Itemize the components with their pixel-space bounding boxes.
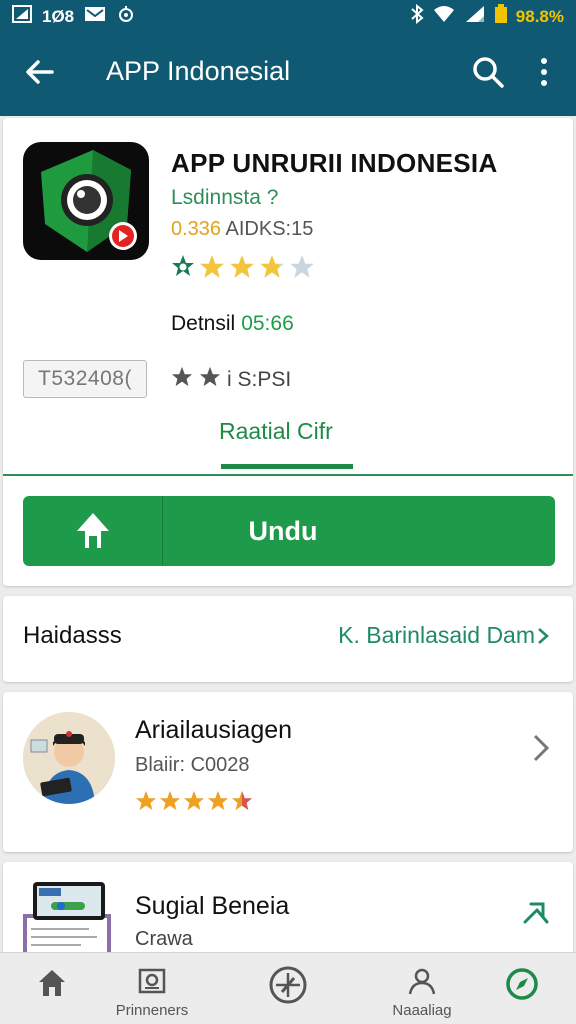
bluetooth-icon	[410, 3, 424, 29]
back-arrow-icon[interactable]	[22, 54, 58, 90]
star-icon	[171, 366, 193, 394]
signal-box-icon	[12, 5, 32, 28]
star-icon	[135, 790, 157, 817]
row-label: Haidasss	[23, 622, 122, 649]
wifi-icon	[432, 4, 456, 29]
developer-title: Ariailausiagen	[135, 716, 293, 744]
star-icon	[229, 254, 255, 285]
person-icon	[407, 967, 437, 1000]
message-icon	[84, 5, 106, 28]
app-meta-text: AIDKS:15	[221, 218, 314, 240]
nav-gallery-label: Prinneners	[115, 1002, 189, 1019]
app-meta: 0.336 AIDKS:15	[171, 218, 313, 241]
tab-rating[interactable]: Raatial Cifr	[219, 418, 333, 445]
nav-home[interactable]	[22, 953, 82, 1024]
bottom-navigation: Prinneners Naaaliag	[0, 952, 576, 1024]
detail-line: Detnsil 05:66	[171, 312, 294, 336]
developer-card[interactable]: Ariailausiagen Blaiir: C0028	[3, 692, 573, 852]
detail-label: Detnsil	[171, 312, 236, 335]
search-icon[interactable]	[470, 54, 506, 90]
download-arrow-icon	[23, 496, 163, 566]
star-icon	[159, 790, 181, 817]
rating-stars	[171, 254, 315, 285]
cell-signal-icon	[464, 4, 486, 29]
compass-icon	[268, 966, 308, 1010]
star-icon	[231, 790, 253, 817]
home-icon	[36, 967, 68, 1004]
battery-icon	[494, 4, 508, 29]
more-vert-icon[interactable]	[532, 54, 556, 90]
app-bar-title: APP Indonesial	[106, 56, 291, 86]
info-row-card[interactable]: Haidasss K. Barinlasaid Dam	[3, 596, 573, 682]
app-bar: APP Indonesial	[0, 30, 576, 116]
star-icon	[259, 254, 285, 285]
avatar	[23, 712, 115, 804]
code-field[interactable]: T532408(	[23, 360, 147, 398]
install-label: Undu	[248, 516, 318, 546]
row-link-text: K. Barinlasaid Dam	[338, 622, 535, 648]
star-icon	[199, 366, 221, 394]
badge-star-icon	[171, 254, 195, 285]
small-stars: i S:PSI	[171, 366, 291, 394]
tab-indicator	[221, 464, 353, 469]
status-left-text: 1Ø8	[42, 6, 75, 26]
detail-value: 05:66	[241, 312, 294, 335]
status-left: 1Ø8	[12, 4, 136, 29]
install-button[interactable]: Undu	[23, 496, 555, 566]
status-bar: 1Ø8 98.8%	[0, 0, 576, 30]
nav-profile[interactable]: Naaaliag	[380, 953, 464, 1024]
explore-icon	[505, 967, 539, 1006]
star-icon	[289, 254, 315, 285]
row-link[interactable]: K. Barinlasaid Dam	[338, 622, 549, 649]
chevron-right-icon[interactable]	[529, 732, 553, 764]
chevron-right-icon	[535, 622, 549, 648]
app-meta-number: 0.336	[171, 218, 222, 240]
app-name: APP UNRURII INDONESIA	[171, 148, 498, 178]
status-right: 98.8%	[410, 3, 564, 29]
suggestion-thumbnail	[23, 880, 119, 962]
star-icon	[207, 790, 229, 817]
app-developer-link[interactable]: Lsdinnsta ?	[171, 186, 278, 210]
app-detail-card: APP UNRURII INDONESIA Lsdinnsta ? 0.336 …	[3, 118, 573, 586]
nav-profile-label: Naaaliag	[392, 1002, 452, 1019]
small-stars-text: i S:PSI	[227, 368, 292, 391]
divider	[3, 474, 573, 476]
nav-explore[interactable]	[492, 953, 552, 1024]
suggestion-title: Sugial Beneia	[135, 892, 290, 920]
suggestion-card[interactable]: Sugial Beneia Crawa	[3, 862, 573, 962]
star-icon	[183, 790, 205, 817]
app-logo-icon	[23, 142, 149, 260]
gallery-icon	[137, 967, 167, 1000]
developer-subtitle: Blaiir: C0028	[135, 754, 250, 776]
star-icon	[199, 254, 225, 285]
developer-rating-stars	[135, 790, 253, 817]
nav-compass[interactable]	[258, 953, 318, 1024]
battery-percent: 98.8%	[515, 6, 564, 26]
sync-icon	[116, 4, 136, 29]
share-arrow-icon[interactable]	[521, 900, 553, 928]
nav-gallery[interactable]: Prinneners	[108, 953, 196, 1024]
suggestion-subtitle: Crawa	[135, 928, 193, 950]
